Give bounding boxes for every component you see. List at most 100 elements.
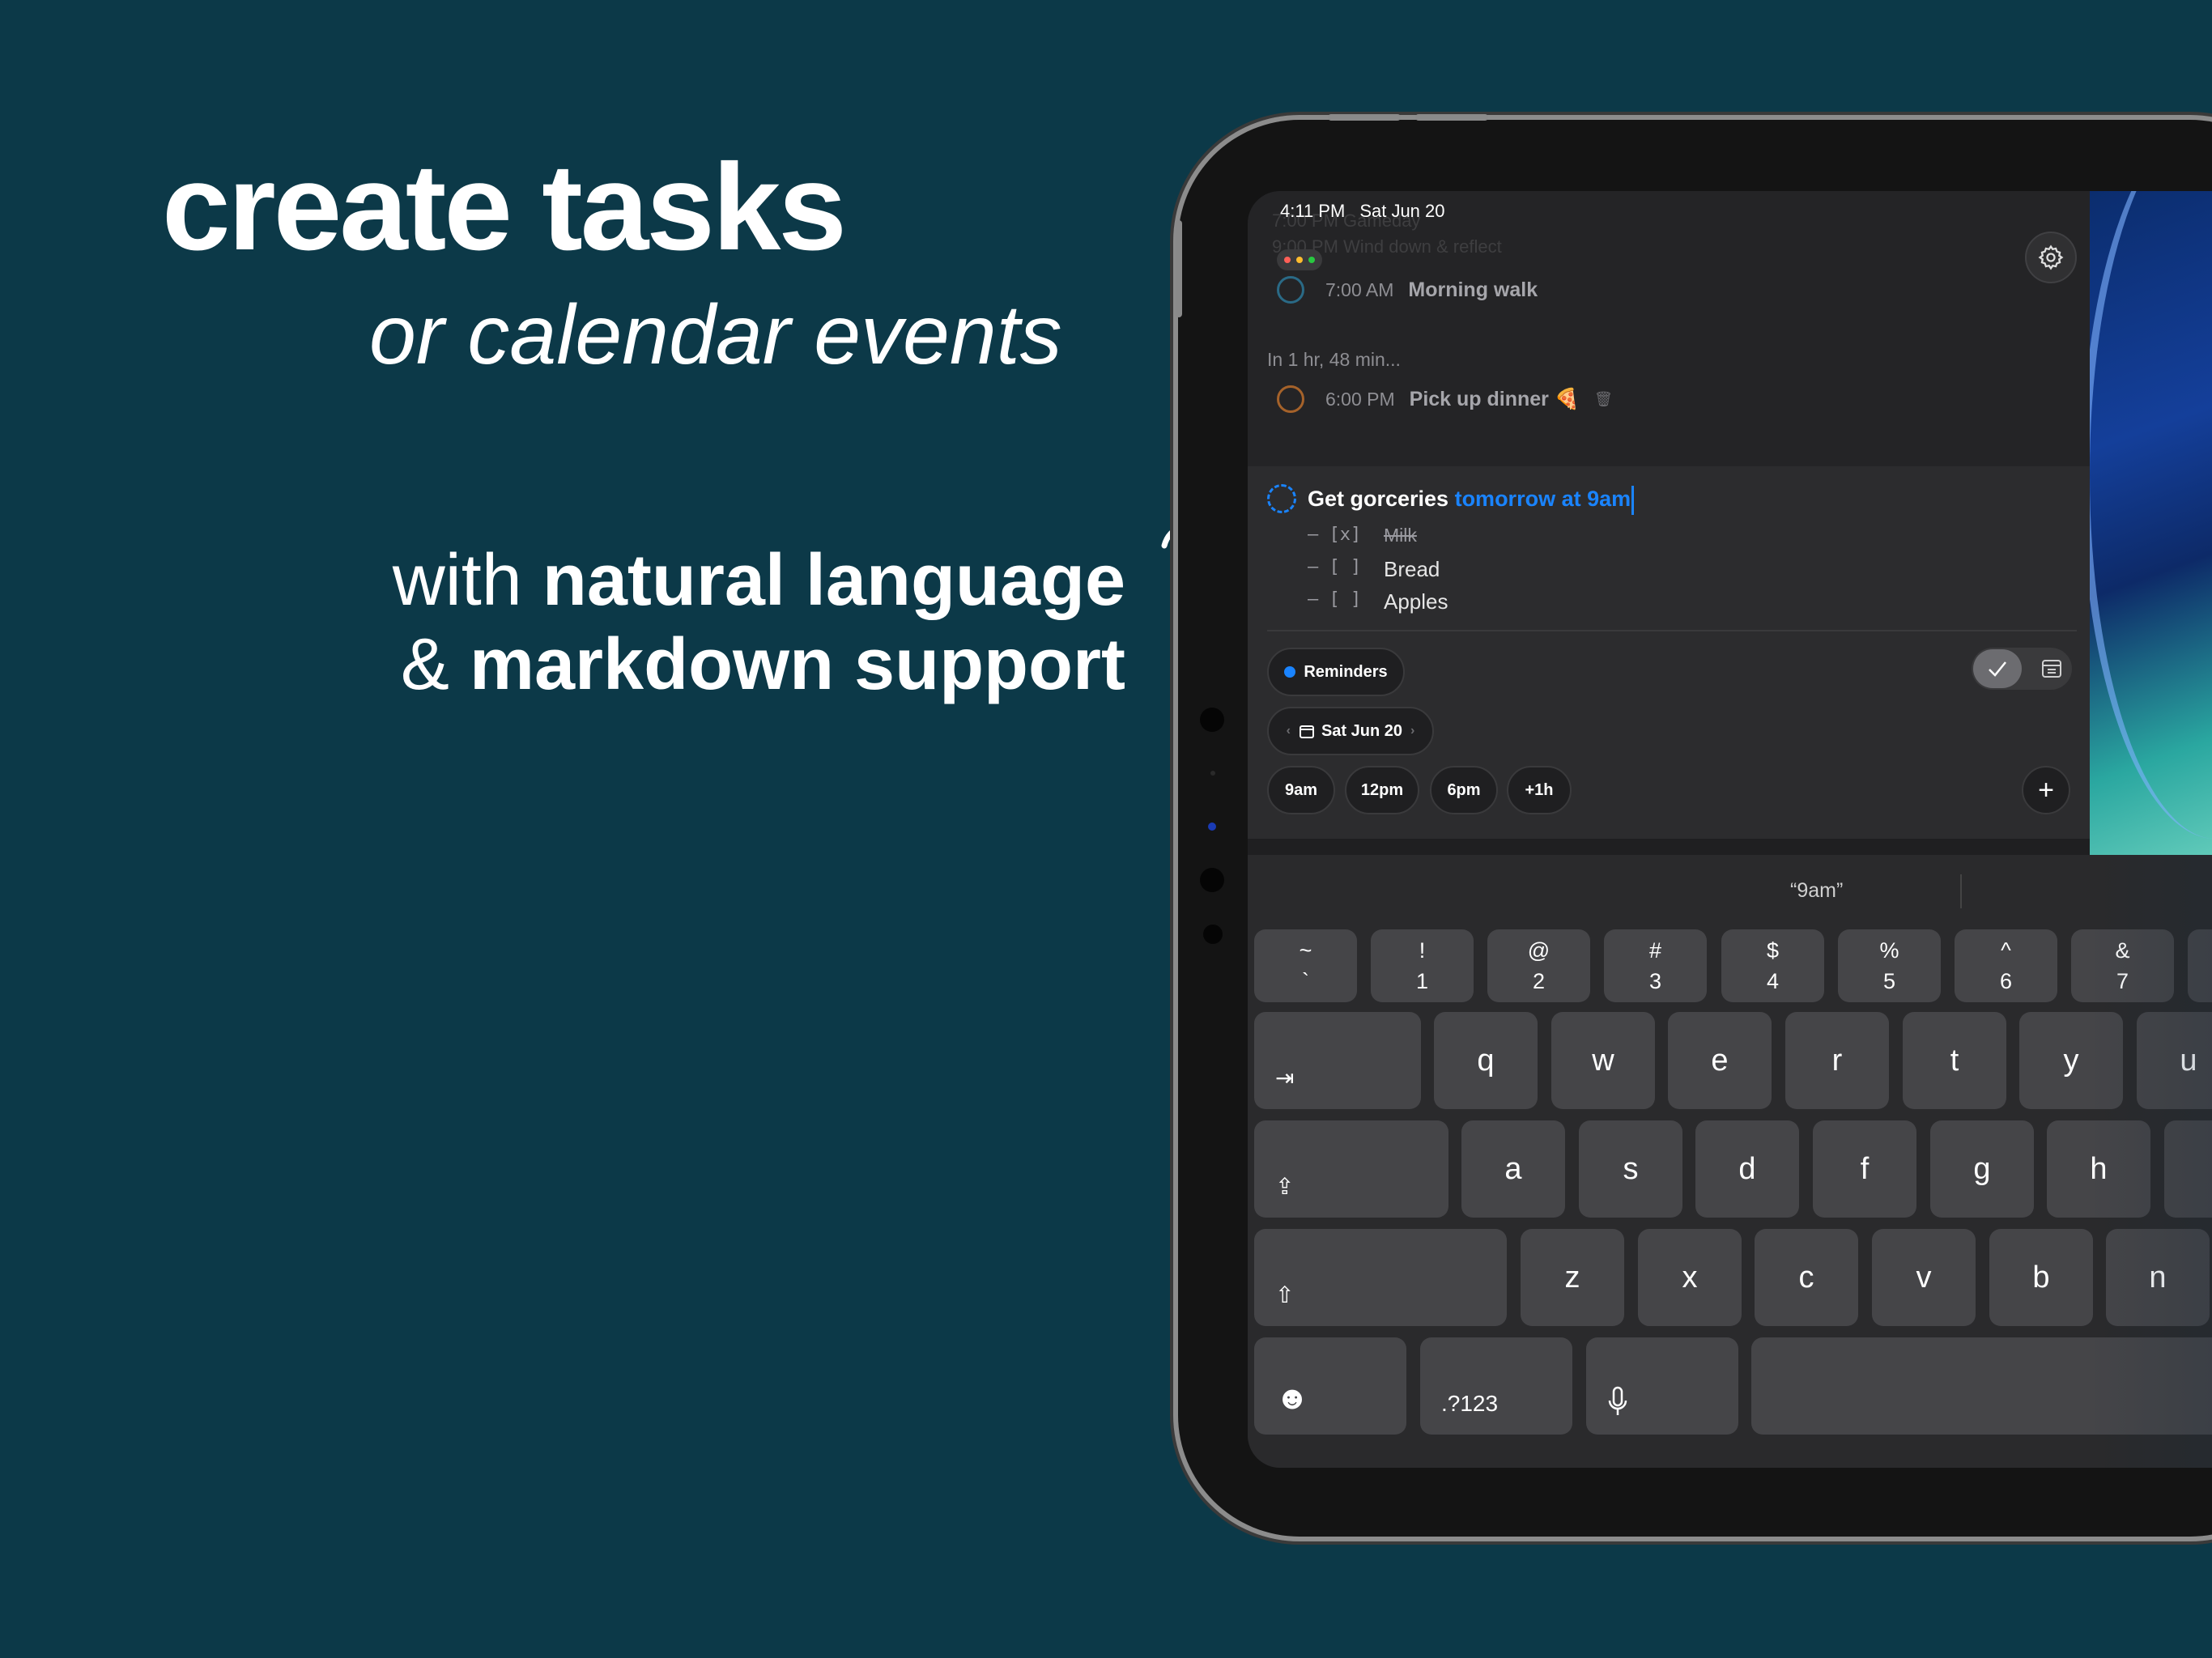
key[interactable]: t — [1903, 1012, 2006, 1109]
date-selector[interactable]: ‹ Sat Jun 20 › — [1267, 707, 1434, 755]
key[interactable]: % 5 — [1838, 929, 1941, 1002]
quick-time-button[interactable]: 9am — [1267, 766, 1335, 814]
trash-icon[interactable]: 🗑 — [1594, 391, 1613, 408]
sensor-icon — [1203, 925, 1223, 944]
key[interactable]: h — [2047, 1120, 2150, 1218]
key[interactable]: v — [1872, 1229, 1976, 1326]
suggestion-item[interactable]: “9am” — [1790, 879, 1843, 903]
checklist-text: Milk — [1384, 525, 1417, 546]
headline: create tasks — [162, 138, 847, 276]
wallpaper — [2082, 191, 2212, 855]
new-task-checkbox[interactable] — [1267, 484, 1296, 513]
suggestion-bar: “9am” — [1248, 855, 2212, 928]
key[interactable]: u — [2137, 1012, 2212, 1109]
checklist-text: Bread — [1384, 557, 1440, 581]
calendar-icon — [2042, 660, 2061, 678]
key[interactable] — [2164, 1120, 2212, 1218]
task-checkbox[interactable] — [1277, 385, 1304, 413]
key[interactable]: g — [1930, 1120, 2034, 1218]
task-checkbox[interactable] — [1277, 276, 1304, 304]
window-controls[interactable] — [1277, 249, 1322, 270]
task-mode-button[interactable] — [1973, 649, 2022, 688]
top-button — [1415, 114, 1488, 121]
checklist-marker: – [ ] — [1308, 557, 1362, 577]
feature-text: with natural language & markdown support — [381, 538, 1125, 707]
key[interactable]: #3 — [1604, 929, 1707, 1002]
task-row[interactable]: 6:00 PM Pick up dinner 🍕 🗑 — [1277, 385, 1613, 413]
caps-lock-key[interactable]: ⇪ — [1254, 1120, 1448, 1218]
feature-line1-prefix: with — [392, 540, 542, 621]
key[interactable]: n — [2106, 1229, 2210, 1326]
list-selector[interactable]: Reminders — [1267, 648, 1405, 696]
status-date: Sat Jun 20 — [1359, 201, 1445, 221]
key[interactable]: $4 — [1721, 929, 1824, 1002]
add-button[interactable]: + — [2022, 766, 2070, 814]
quick-time-button[interactable]: 12pm — [1345, 766, 1419, 814]
checklist-marker: – [x] — [1308, 525, 1362, 545]
maximize-dot-icon[interactable] — [1308, 257, 1315, 263]
key[interactable]: z — [1521, 1229, 1624, 1326]
key-bottom: 7 — [2116, 969, 2129, 993]
key[interactable]: b — [1989, 1229, 2093, 1326]
space-key[interactable] — [1751, 1337, 2212, 1435]
key[interactable]: a — [1461, 1120, 1565, 1218]
close-dot-icon[interactable] — [1284, 257, 1291, 263]
key[interactable]: f — [1813, 1120, 1916, 1218]
task-time: 7:00 AM — [1325, 278, 1394, 300]
chevron-right-icon[interactable]: › — [1410, 724, 1414, 738]
shift-icon: ⇧ — [1275, 1282, 1295, 1307]
ipad-screen: 7:00 PM Gameday 9:00 PM Wind down & refl… — [1248, 191, 2212, 1468]
tab-icon: ⇥ — [1275, 1065, 1295, 1090]
key-top: @ — [1527, 938, 1551, 963]
task-row[interactable]: 7:00 AM Morning walk — [1277, 276, 1538, 304]
numbers-label: .?123 — [1441, 1391, 1499, 1416]
checklist-item[interactable]: – [ ] Bread — [1308, 557, 1440, 582]
tab-key[interactable]: ⇥ — [1254, 1012, 1421, 1109]
gear-icon — [2038, 244, 2064, 270]
camera-icon — [1200, 868, 1224, 892]
minimize-dot-icon[interactable] — [1296, 257, 1303, 263]
sensor-icon — [1210, 771, 1215, 776]
key[interactable]: r — [1785, 1012, 1889, 1109]
task-name: Morning walk — [1408, 278, 1538, 301]
key[interactable]: e — [1668, 1012, 1772, 1109]
date-label: Sat Jun 20 — [1321, 721, 1403, 740]
numbers-key[interactable]: .?123 — [1420, 1337, 1572, 1435]
task-title-input[interactable]: Get gorceries tomorrow at 9am — [1308, 486, 1635, 515]
key-bottom: 6 — [1999, 969, 2013, 993]
checklist-item[interactable]: – [ ] Apples — [1308, 589, 1448, 614]
emoji-key[interactable]: ☻ — [1254, 1337, 1406, 1435]
key[interactable]: x — [1638, 1229, 1742, 1326]
key-top: ^ — [2001, 938, 2011, 963]
settings-button[interactable] — [2025, 232, 2077, 283]
key[interactable]: c — [1755, 1229, 1858, 1326]
divider — [1267, 630, 2077, 631]
key[interactable]: q — [1434, 1012, 1538, 1109]
key-top: ~ — [1299, 938, 1312, 963]
key[interactable]: d — [1695, 1120, 1799, 1218]
checklist-item[interactable]: – [x] Milk — [1308, 525, 1417, 546]
camera-icon — [1200, 708, 1224, 732]
key[interactable]: @2 — [1487, 929, 1590, 1002]
key-bottom: 1 — [1415, 969, 1429, 993]
quick-time-button[interactable]: 6pm — [1430, 766, 1498, 814]
checklist-marker: – [ ] — [1308, 589, 1362, 610]
type-toggle[interactable] — [1972, 648, 2072, 690]
key[interactable]: ! 1 — [1371, 929, 1474, 1002]
list-name: Reminders — [1304, 662, 1388, 681]
key-top: ! — [1419, 938, 1426, 963]
key[interactable]: s — [1579, 1120, 1682, 1218]
key[interactable]: w — [1551, 1012, 1655, 1109]
key[interactable]: ~ ` — [1254, 929, 1357, 1002]
event-mode-button[interactable] — [2040, 656, 2064, 684]
quick-time-button[interactable]: +1h — [1507, 766, 1572, 814]
chevron-left-icon[interactable]: ‹ — [1287, 724, 1291, 738]
key[interactable]: y — [2019, 1012, 2123, 1109]
dictation-key[interactable] — [1586, 1337, 1738, 1435]
key[interactable]: & 7 — [2071, 929, 2174, 1002]
divider — [1960, 874, 1962, 908]
key[interactable] — [2188, 929, 2212, 1002]
key-bottom: 4 — [1766, 969, 1780, 993]
shift-key[interactable]: ⇧ — [1254, 1229, 1507, 1326]
key[interactable]: ^ 6 — [1955, 929, 2057, 1002]
